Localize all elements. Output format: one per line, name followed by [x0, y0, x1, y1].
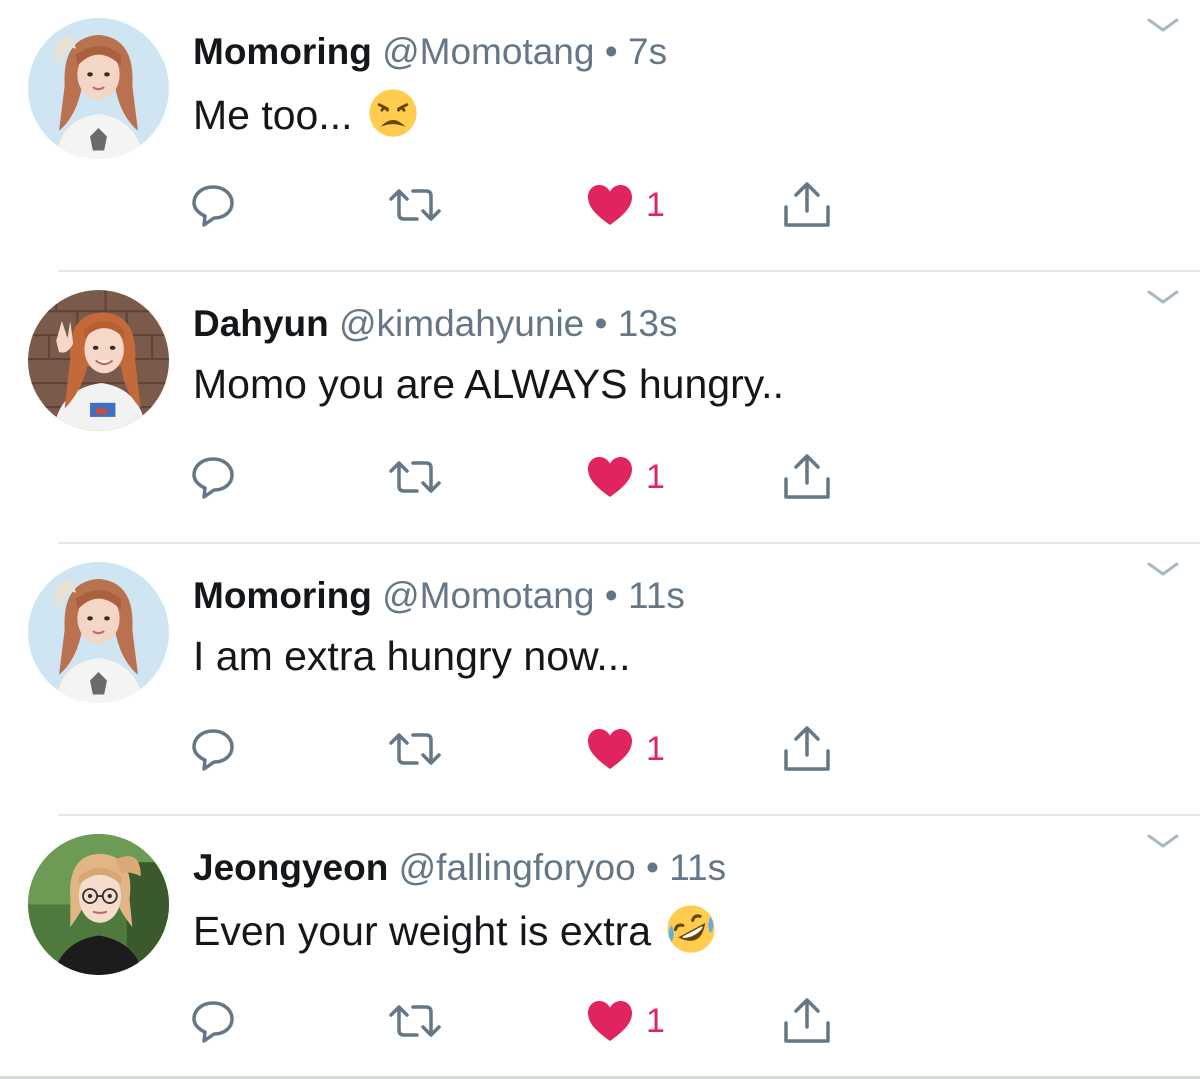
- tweet-actions: 1: [0, 996, 1200, 1046]
- share-button[interactable]: [780, 452, 834, 502]
- avatar-dahyun-image: [28, 290, 169, 431]
- heart-icon: [588, 457, 632, 497]
- tweet-text-content: Even your weight is extra: [193, 908, 652, 954]
- reply-button[interactable]: [190, 180, 236, 230]
- tweet-text-content: I am extra hungry now...: [193, 633, 631, 679]
- user-handle[interactable]: @Momotang: [382, 31, 594, 72]
- weary-face-emoji: [368, 88, 418, 138]
- display-name[interactable]: Momoring: [193, 575, 372, 616]
- separator-dot: •: [645, 847, 659, 888]
- separator-dot: •: [604, 575, 618, 616]
- share-button[interactable]: [780, 180, 834, 230]
- like-button[interactable]: 1: [586, 724, 665, 774]
- like-button[interactable]: 1: [586, 452, 665, 502]
- retweet-button[interactable]: [385, 996, 445, 1046]
- retweet-button[interactable]: [385, 452, 445, 502]
- like-button[interactable]: 1: [586, 180, 665, 230]
- reply-button[interactable]: [190, 996, 236, 1046]
- avatar-momoring-image: [28, 562, 169, 703]
- share-icon: [784, 454, 830, 499]
- retweet-button[interactable]: [385, 180, 445, 230]
- avatar[interactable]: [28, 562, 169, 703]
- reply-button[interactable]: [190, 452, 236, 502]
- tweet[interactable]: Momoring @Momotang • 7s Me too... 1: [0, 0, 1200, 272]
- user-handle[interactable]: @fallingforyoo: [399, 847, 636, 888]
- tweet[interactable]: Dahyun @kimdahyunie • 13s Momo you are A…: [0, 272, 1200, 544]
- tweet-text: I am extra hungry now...: [193, 632, 631, 680]
- retweet-button[interactable]: [385, 724, 445, 774]
- tweet-header: Jeongyeon @fallingforyoo • 11s: [193, 846, 726, 890]
- timestamp[interactable]: 7s: [628, 31, 667, 72]
- tweet-text: Momo you are ALWAYS hungry..: [193, 360, 784, 408]
- like-count: 1: [646, 1002, 665, 1040]
- tweet-timeline: Momoring @Momotang • 7s Me too... 1 Dahy…: [0, 0, 1200, 1079]
- retweet-icon: [389, 1005, 441, 1037]
- tweet-header: Momoring @Momotang • 11s: [193, 574, 685, 618]
- retweet-icon: [389, 733, 441, 765]
- display-name[interactable]: Jeongyeon: [193, 847, 388, 888]
- reply-icon: [192, 185, 234, 227]
- avatar-jeongyeon-image: [28, 834, 169, 975]
- avatar[interactable]: [28, 290, 169, 431]
- separator-dot: •: [594, 303, 608, 344]
- retweet-icon: [389, 189, 441, 221]
- tweet-text: Even your weight is extra: [193, 904, 716, 955]
- rolling-on-floor-laughing-emoji: [666, 904, 716, 954]
- heart-icon: [588, 185, 632, 225]
- tweet-text-content: Me too...: [193, 92, 353, 138]
- reply-icon: [192, 1001, 234, 1043]
- tweet-actions: 1: [0, 724, 1200, 774]
- chevron-down-icon[interactable]: [1145, 558, 1181, 580]
- display-name[interactable]: Momoring: [193, 31, 372, 72]
- chevron-down-icon[interactable]: [1145, 286, 1181, 308]
- like-button[interactable]: 1: [586, 996, 665, 1046]
- share-button[interactable]: [780, 724, 834, 774]
- tweet[interactable]: Jeongyeon @fallingforyoo • 11s Even your…: [0, 816, 1200, 1079]
- timestamp[interactable]: 13s: [618, 303, 678, 344]
- reply-icon: [192, 729, 234, 771]
- reply-button[interactable]: [190, 724, 236, 774]
- tweet-header: Dahyun @kimdahyunie • 13s: [193, 302, 677, 346]
- share-icon: [784, 726, 830, 771]
- chevron-down-icon[interactable]: [1145, 14, 1181, 36]
- separator-dot: •: [604, 31, 618, 72]
- retweet-icon: [389, 461, 441, 493]
- display-name[interactable]: Dahyun: [193, 303, 329, 344]
- tweet-text: Me too...: [193, 88, 418, 139]
- like-count: 1: [646, 730, 665, 768]
- avatar-momoring-image: [28, 18, 169, 159]
- share-button[interactable]: [780, 996, 834, 1046]
- tweet-actions: 1: [0, 180, 1200, 230]
- tweet-actions: 1: [0, 452, 1200, 502]
- tweet[interactable]: Momoring @Momotang • 11s I am extra hung…: [0, 544, 1200, 816]
- timestamp[interactable]: 11s: [628, 575, 685, 616]
- like-count: 1: [646, 186, 665, 224]
- like-count: 1: [646, 458, 665, 496]
- share-icon: [784, 182, 830, 227]
- avatar[interactable]: [28, 18, 169, 159]
- tweet-header: Momoring @Momotang • 7s: [193, 30, 667, 74]
- avatar[interactable]: [28, 834, 169, 975]
- tweet-text-content: Momo you are ALWAYS hungry..: [193, 361, 784, 407]
- share-icon: [784, 998, 830, 1043]
- timestamp[interactable]: 11s: [669, 847, 726, 888]
- chevron-down-icon[interactable]: [1145, 830, 1181, 852]
- user-handle[interactable]: @kimdahyunie: [339, 303, 584, 344]
- reply-icon: [192, 457, 234, 499]
- heart-icon: [588, 729, 632, 769]
- user-handle[interactable]: @Momotang: [382, 575, 594, 616]
- heart-icon: [588, 1001, 632, 1041]
